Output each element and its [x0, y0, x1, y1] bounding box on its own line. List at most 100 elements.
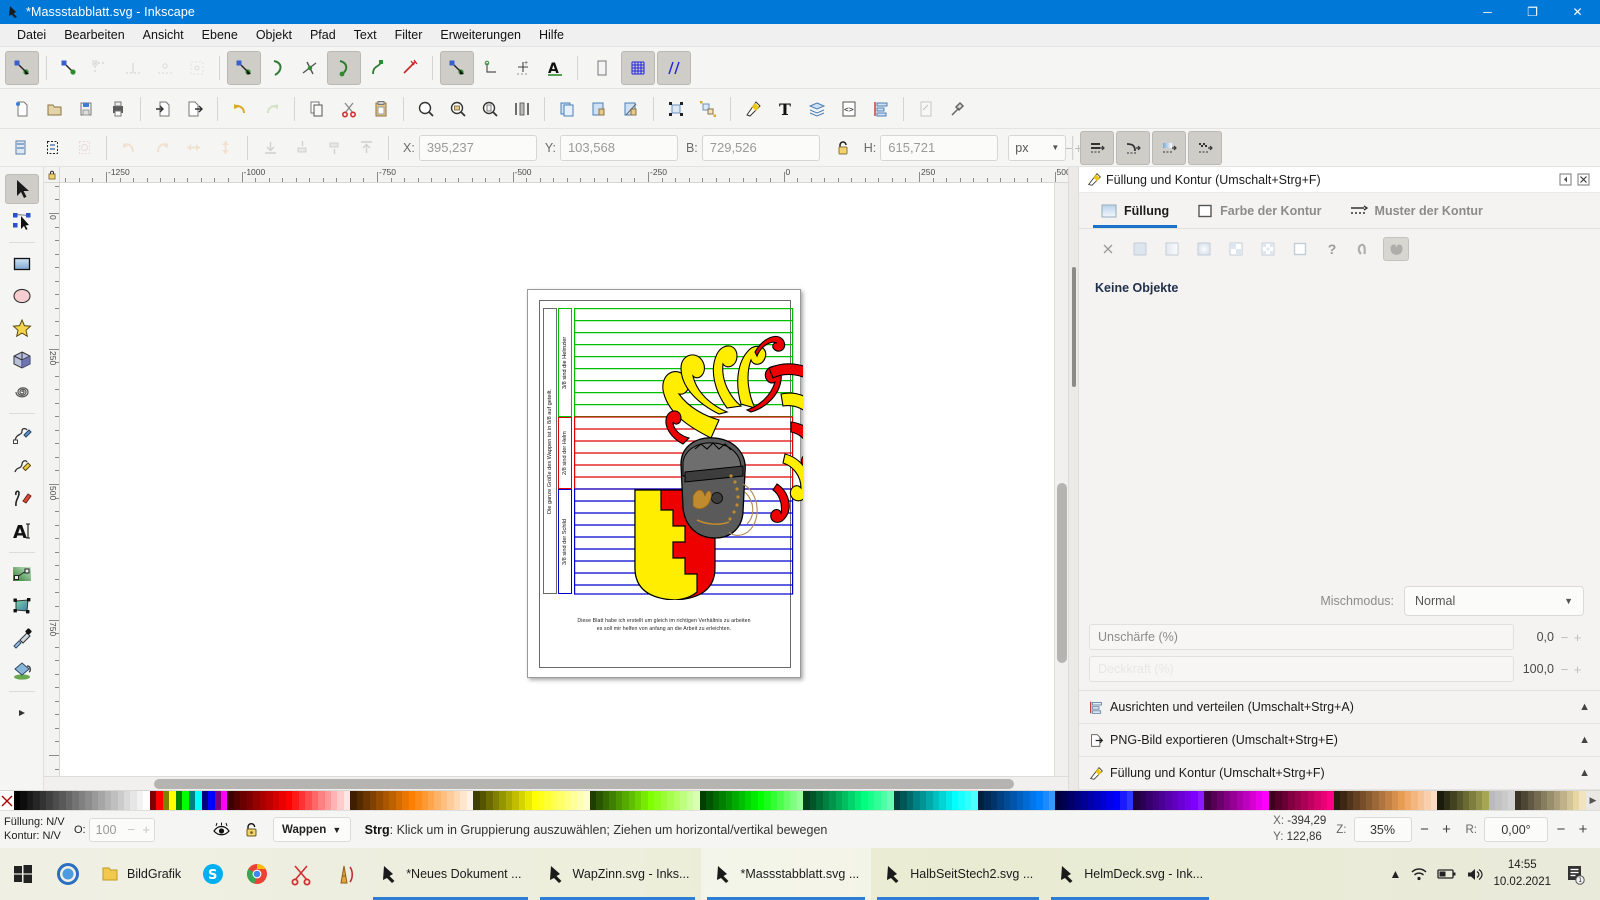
gradient-tool[interactable]: [5, 559, 39, 589]
text-baseline-icon[interactable]: A: [540, 53, 570, 83]
horizontal-scrollbar[interactable]: [44, 776, 1068, 790]
rotation-center-icon[interactable]: +: [508, 53, 538, 83]
layer-selector[interactable]: Wappen ▼: [273, 817, 351, 842]
scale-corners-icon[interactable]: [1116, 131, 1150, 165]
unlink-clone-icon[interactable]: [616, 94, 646, 124]
export-icon[interactable]: [180, 94, 210, 124]
raise-icon[interactable]: [319, 133, 349, 163]
undo-arrow-icon[interactable]: [225, 94, 255, 124]
copy-icon[interactable]: [302, 94, 332, 124]
taskbar-neues-dokument[interactable]: *Neues Dokument ...: [367, 848, 533, 900]
save-icon[interactable]: [71, 94, 101, 124]
scale-patterns-icon[interactable]: [1188, 131, 1222, 165]
pattern-icon[interactable]: [1223, 237, 1249, 261]
document-page[interactable]: Die ganze Größe des Wappen ist in 8/8 au…: [527, 289, 801, 678]
lower-to-bottom-icon[interactable]: [255, 133, 285, 163]
opacity-status-field[interactable]: − +: [89, 818, 155, 842]
menu-objekt[interactable]: Objekt: [247, 26, 301, 44]
width-field[interactable]: − +: [702, 135, 820, 161]
fill-none-button[interactable]: [1095, 237, 1121, 261]
blur-decrement[interactable]: −: [1558, 630, 1571, 645]
menu-filter[interactable]: Filter: [386, 26, 432, 44]
raise-to-top-icon[interactable]: [351, 133, 381, 163]
taskbar-clock[interactable]: 14:55 10.02.2021: [1493, 857, 1551, 890]
snap-bounding-box[interactable]: [54, 53, 84, 83]
lock-open-icon[interactable]: [828, 133, 858, 163]
deselect-icon[interactable]: [69, 133, 99, 163]
text-tool[interactable]: A: [5, 516, 39, 546]
ruler-corner-lock[interactable]: [44, 167, 60, 183]
scale-gradients-icon[interactable]: [1152, 131, 1186, 165]
zoom-drawing-icon[interactable]: [443, 94, 473, 124]
vertical-scrollbar[interactable]: [1054, 183, 1068, 776]
taskbar-halbseitstech2[interactable]: HalbSeitStech2.svg ...: [871, 848, 1045, 900]
wrench-icon[interactable]: [943, 94, 973, 124]
xml-editor-icon[interactable]: <>: [834, 94, 864, 124]
taskbar-massstabblatt[interactable]: *Massstabblatt.svg ...: [701, 848, 871, 900]
flat-color-icon[interactable]: [1127, 237, 1153, 261]
palette-swatch[interactable]: [1579, 791, 1585, 810]
paint-bucket-tool[interactable]: [5, 655, 39, 685]
blur-slider[interactable]: Unschärfe (%): [1089, 624, 1514, 650]
eye-icon[interactable]: [207, 817, 237, 843]
layers-icon[interactable]: [802, 94, 832, 124]
taskbar-snipping-tool[interactable]: [279, 848, 323, 900]
redo-arrow-icon[interactable]: [257, 94, 287, 124]
taskbar-chrome[interactable]: [235, 848, 279, 900]
minimize-button[interactable]: ─: [1465, 0, 1510, 24]
flip-vertical-icon[interactable]: [210, 133, 240, 163]
more-tools-button[interactable]: [5, 698, 39, 728]
select-all-icon[interactable]: [5, 133, 35, 163]
taskbar-wapzinn[interactable]: WapZinn.svg - Inks...: [534, 848, 702, 900]
ungroup-icon[interactable]: [693, 94, 723, 124]
fill-rule-nonzero-icon[interactable]: [1383, 237, 1409, 261]
pencil-tool[interactable]: [5, 420, 39, 450]
snap-enable-toggle[interactable]: [5, 51, 39, 85]
line-midpoint-icon[interactable]: [395, 53, 425, 83]
height-field[interactable]: − +: [880, 135, 998, 161]
zoom-page-icon[interactable]: [475, 94, 505, 124]
menu-pfad[interactable]: Pfad: [301, 26, 345, 44]
palette-none-swatch[interactable]: [0, 791, 14, 811]
unit-selector[interactable]: px ▼: [1008, 135, 1066, 161]
zoom-decrement[interactable]: −: [1416, 821, 1434, 838]
menu-erweiterungen[interactable]: Erweiterungen: [431, 26, 530, 44]
chevron-up-icon[interactable]: ▲: [1390, 867, 1402, 881]
menu-datei[interactable]: Datei: [8, 26, 55, 44]
bezier-pen-tool[interactable]: [5, 452, 39, 482]
opacity-decrement[interactable]: −: [1558, 662, 1571, 677]
wifi-icon[interactable]: [1410, 867, 1428, 882]
speaker-icon[interactable]: [1466, 867, 1484, 882]
scissors-icon[interactable]: [334, 94, 364, 124]
fill-stroke-icon[interactable]: [738, 94, 768, 124]
spiral-tool[interactable]: [5, 377, 39, 407]
taskbar-bildgrafik[interactable]: BildGrafik: [90, 848, 191, 900]
menu-ebene[interactable]: Ebene: [193, 26, 247, 44]
taskbar-skype[interactable]: S: [191, 848, 235, 900]
import-icon[interactable]: [148, 94, 178, 124]
duplicate-icon[interactable]: [552, 94, 582, 124]
smooth-node-icon[interactable]: [363, 53, 393, 83]
path-intersect-icon[interactable]: [295, 53, 325, 83]
rectangle-tool[interactable]: [5, 249, 39, 279]
y-position-field[interactable]: − +: [560, 135, 678, 161]
blend-mode-select[interactable]: Normal ▼: [1404, 586, 1584, 616]
object-center-icon[interactable]: [476, 53, 506, 83]
zoom-selection-icon[interactable]: [411, 94, 441, 124]
tab-farbe-der-kontur[interactable]: Farbe der Kontur: [1183, 194, 1335, 228]
chevron-up-icon[interactable]: ▲: [1579, 734, 1590, 746]
coat-of-arms-artwork[interactable]: [623, 316, 803, 600]
fill-rule-evenodd-icon[interactable]: [1351, 237, 1377, 261]
opacity-status-decrement[interactable]: −: [124, 822, 139, 837]
notification-icon[interactable]: 1: [1560, 863, 1590, 885]
clipboard-icon[interactable]: [366, 94, 396, 124]
accordion-fuellung-kontur[interactable]: Füllung und Kontur (Umschalt+Strg+F) ▲: [1079, 757, 1600, 790]
opacity-slider[interactable]: Deckkraft (%): [1089, 656, 1514, 682]
printer-icon[interactable]: [103, 94, 133, 124]
dropper-tool[interactable]: [5, 623, 39, 653]
zoom-field[interactable]: 35%: [1354, 817, 1412, 842]
vert-scroll-thumb[interactable]: [1057, 483, 1067, 663]
text-T-icon[interactable]: T: [770, 94, 800, 124]
blur-increment[interactable]: +: [1571, 630, 1584, 645]
menu-bearbeiten[interactable]: Bearbeiten: [55, 26, 133, 44]
